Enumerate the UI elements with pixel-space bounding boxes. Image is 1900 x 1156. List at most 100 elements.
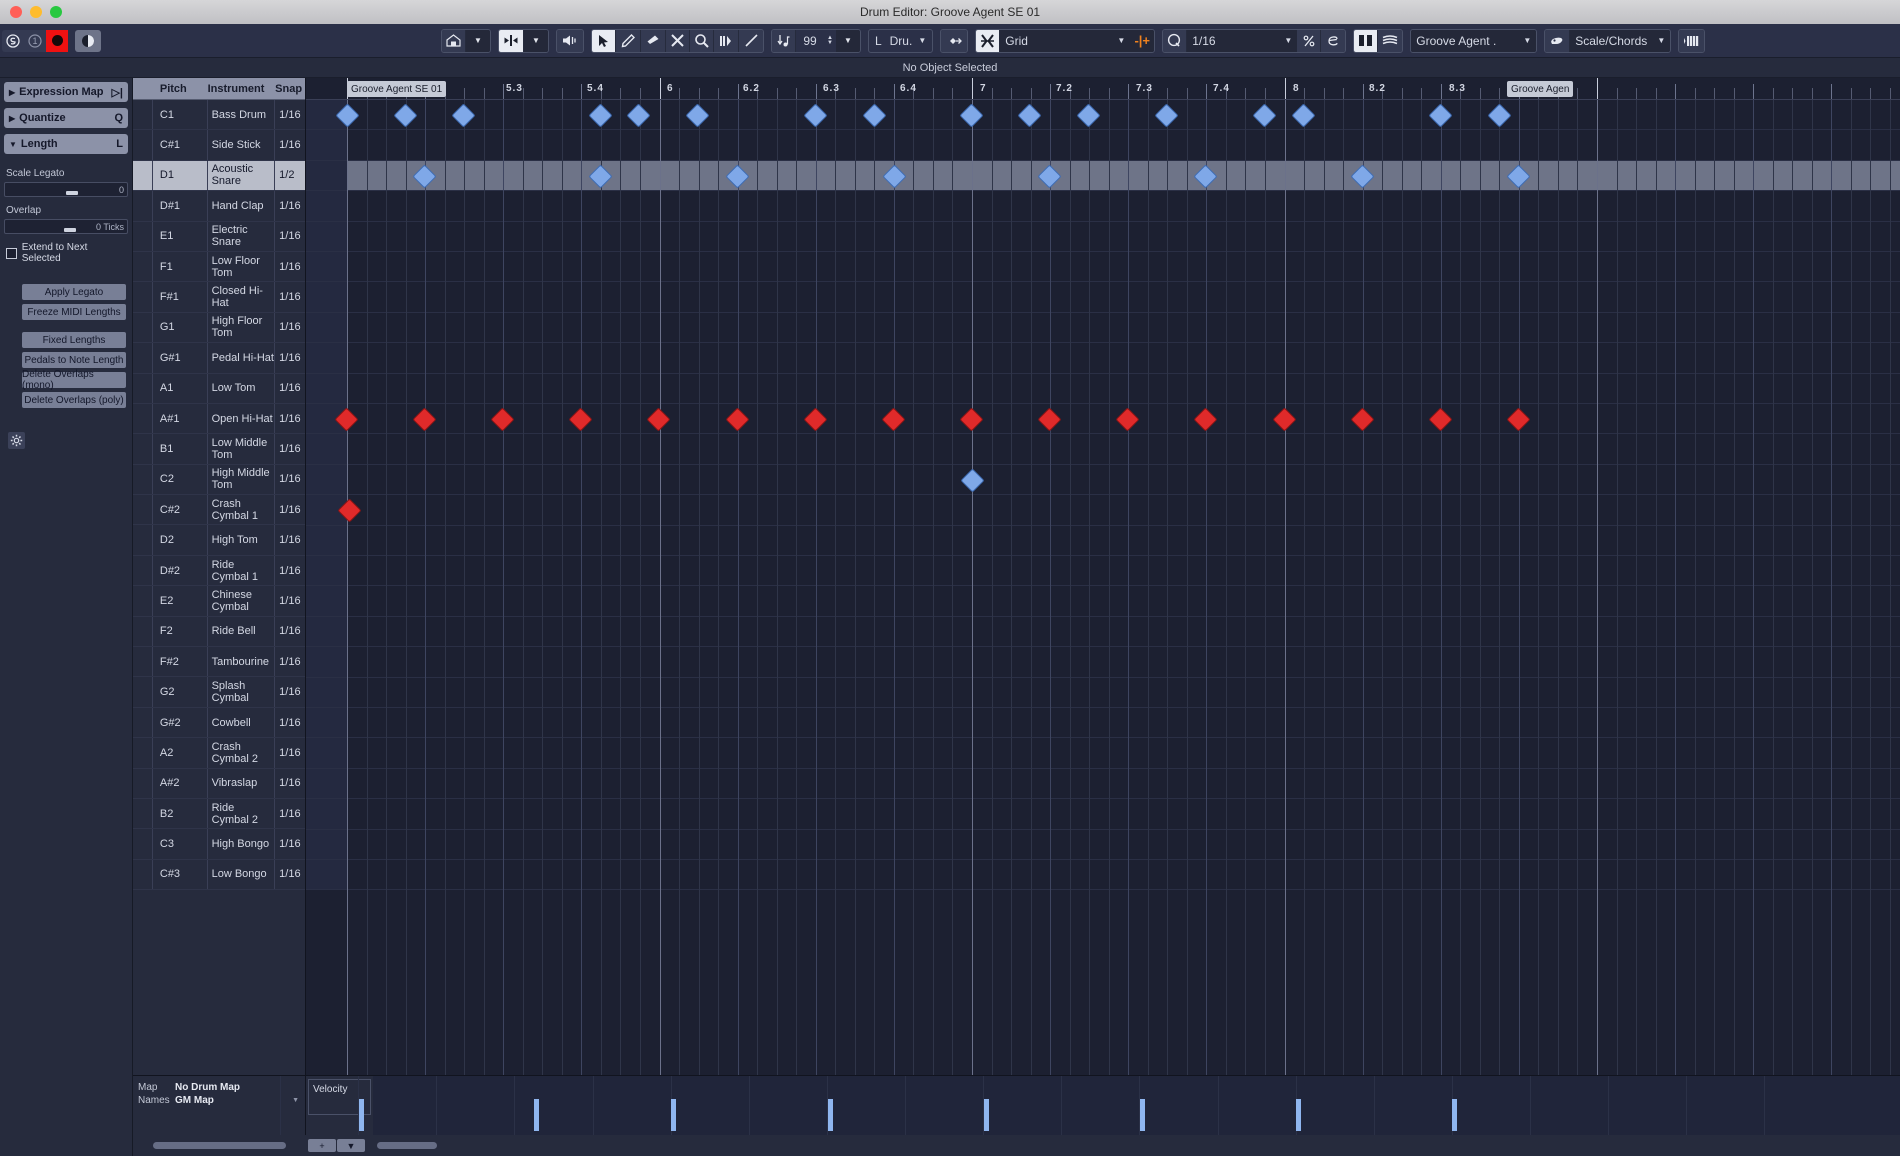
drum-row-indicator[interactable]: [133, 130, 153, 160]
drum-row-indicator[interactable]: [133, 191, 153, 221]
drum-row-snap[interactable]: 1/16: [275, 868, 305, 880]
note-lane[interactable]: [306, 312, 1900, 344]
drum-row-indicator[interactable]: [133, 434, 153, 464]
snap-on-icon[interactable]: [976, 29, 1001, 52]
drum-row-indicator[interactable]: [133, 859, 153, 890]
velocity-bar[interactable]: [534, 1099, 539, 1131]
note-lane[interactable]: [306, 829, 1900, 860]
drum-row-snap[interactable]: 1/16: [275, 291, 305, 303]
quantize-icon[interactable]: [1163, 29, 1188, 52]
note-lane[interactable]: [306, 464, 1900, 496]
object-selection-tool[interactable]: [592, 29, 616, 52]
drum-list-row[interactable]: G1 High Floor Tom 1/16: [133, 312, 305, 344]
drum-list-row[interactable]: A#1 Open Hi-Hat 1/16: [133, 403, 305, 435]
note-lane[interactable]: [306, 586, 1900, 617]
drum-row-snap[interactable]: 1/16: [275, 109, 305, 121]
note-lane[interactable]: [306, 373, 1900, 404]
drum-list-row[interactable]: C#3 Low Bongo 1/16: [133, 859, 305, 891]
drum-row-snap[interactable]: 1/16: [275, 382, 305, 394]
note-lane[interactable]: [306, 282, 1900, 313]
insert-velocity-stepper[interactable]: ▲ ▼: [824, 35, 836, 46]
quantize-preset-select[interactable]: 1/16 ▼: [1187, 29, 1298, 52]
insert-velocity-caret[interactable]: ▼: [835, 29, 860, 52]
length-value[interactable]: Dru.: [884, 34, 919, 48]
inspector-section-expression-map[interactable]: ▶ Expression Map ▷|: [4, 82, 128, 102]
drum-row-snap[interactable]: 1/16: [275, 413, 305, 425]
record-enable-button[interactable]: [46, 29, 68, 52]
drumstick-tool[interactable]: [714, 29, 739, 52]
note-lane[interactable]: [306, 100, 1900, 131]
note-lane[interactable]: [306, 738, 1900, 769]
drum-list-row[interactable]: C2 High Middle Tom 1/16: [133, 464, 305, 496]
drum-row-indicator[interactable]: [133, 100, 153, 130]
freeze-midi-lengths-button[interactable]: Freeze MIDI Lengths: [22, 304, 126, 320]
drum-list-row[interactable]: B1 Low Middle Tom 1/16: [133, 434, 305, 465]
note-lane[interactable]: [306, 556, 1900, 587]
drum-list-row[interactable]: E2 Chinese Cymbal 1/16: [133, 586, 305, 617]
drum-list-row[interactable]: C#2 Crash Cymbal 1 1/16: [133, 495, 305, 526]
line-tool[interactable]: [739, 29, 763, 52]
autoscroll-settings-caret[interactable]: ▼: [466, 29, 490, 52]
drum-list-header-instrument[interactable]: Instrument: [208, 83, 276, 95]
drum-list-hscrollbar[interactable]: [153, 1142, 286, 1149]
velocity-bar[interactable]: [1296, 1099, 1301, 1131]
drum-row-indicator[interactable]: [133, 768, 153, 798]
note-lane[interactable]: [306, 404, 1900, 435]
note-lane[interactable]: [306, 677, 1900, 708]
drum-list-row[interactable]: G2 Splash Cymbal 1/16: [133, 677, 305, 708]
drum-row-snap[interactable]: 1/16: [275, 473, 305, 485]
grid-hscrollbar[interactable]: [377, 1142, 437, 1149]
monitor-button[interactable]: [75, 29, 101, 52]
drum-row-indicator[interactable]: [133, 312, 153, 343]
drum-list-row[interactable]: A#2 Vibraslap 1/16: [133, 768, 305, 799]
keyboard-icon[interactable]: [1679, 29, 1705, 52]
drum-row-snap[interactable]: 1/16: [275, 686, 305, 698]
note-lane[interactable]: [306, 525, 1900, 556]
note-lane[interactable]: [306, 616, 1900, 648]
note-lane[interactable]: [306, 799, 1900, 830]
mute-tool[interactable]: [666, 29, 690, 52]
drum-row-indicator[interactable]: [133, 373, 153, 403]
drum-row-snap[interactable]: 1/16: [275, 321, 305, 333]
apply-legato-button[interactable]: Apply Legato: [22, 284, 126, 300]
note-lane[interactable]: [306, 647, 1900, 678]
drum-row-snap[interactable]: 1/16: [275, 777, 305, 789]
drum-row-snap[interactable]: 1/16: [275, 200, 305, 212]
note-lane[interactable]: [306, 860, 1900, 891]
erase-tool[interactable]: [641, 29, 666, 52]
drum-row-indicator[interactable]: [133, 495, 153, 525]
drum-list-row[interactable]: C#1 Side Stick 1/16: [133, 130, 305, 161]
extend-to-next-selected-row[interactable]: Extend to Next Selected: [6, 242, 126, 264]
drum-row-snap[interactable]: 1/16: [275, 352, 305, 364]
zoom-tool[interactable]: [690, 29, 714, 52]
drum-map-dropdown-caret[interactable]: ▼: [292, 1094, 299, 1107]
acoustic-feedback-icon[interactable]: [557, 29, 583, 52]
nudge-settings-caret[interactable]: ▼: [524, 29, 548, 52]
drum-row-indicator[interactable]: [133, 616, 153, 647]
drum-list-row[interactable]: G#2 Cowbell 1/16: [133, 707, 305, 739]
drum-list-row[interactable]: F#2 Tambourine 1/16: [133, 647, 305, 678]
fixed-lengths-button[interactable]: Fixed Lengths: [22, 332, 126, 348]
drum-row-snap[interactable]: 1/16: [275, 504, 305, 516]
drum-list-row[interactable]: D2 High Tom 1/16: [133, 525, 305, 556]
drum-row-snap[interactable]: 1/2: [275, 169, 305, 181]
drum-list-row[interactable]: B2 Ride Cymbal 2 1/16: [133, 798, 305, 830]
lanes-icon[interactable]: [1378, 29, 1403, 52]
drum-list-row[interactable]: D#1 Hand Clap 1/16: [133, 191, 305, 222]
drum-map-select[interactable]: Groove Agent . ▼: [1411, 29, 1537, 52]
velocity-bar[interactable]: [1140, 1099, 1145, 1131]
snap-mode-select[interactable]: Grid ▼: [1000, 29, 1131, 52]
drum-row-indicator[interactable]: [133, 251, 153, 282]
length-caret[interactable]: ▼: [918, 36, 932, 45]
controller-lane-menu-button[interactable]: ▼: [337, 1139, 365, 1152]
drum-list-row[interactable]: G#1 Pedal Hi-Hat 1/16: [133, 343, 305, 374]
map-value-block[interactable]: No Drum Map GM Map ▼: [171, 1076, 305, 1135]
insert-velocity-value[interactable]: 99: [796, 34, 824, 48]
drum-row-snap[interactable]: 1/16: [275, 230, 305, 242]
solo-button[interactable]: [2, 29, 24, 52]
delete-overlaps-poly-button[interactable]: Delete Overlaps (poly): [22, 392, 126, 408]
drum-row-indicator[interactable]: [133, 221, 153, 251]
quantize-panel-icon[interactable]: [1321, 29, 1346, 52]
note-lane[interactable]: [306, 160, 1900, 192]
inspector-section-quantize[interactable]: ▶ Quantize Q: [4, 108, 128, 128]
